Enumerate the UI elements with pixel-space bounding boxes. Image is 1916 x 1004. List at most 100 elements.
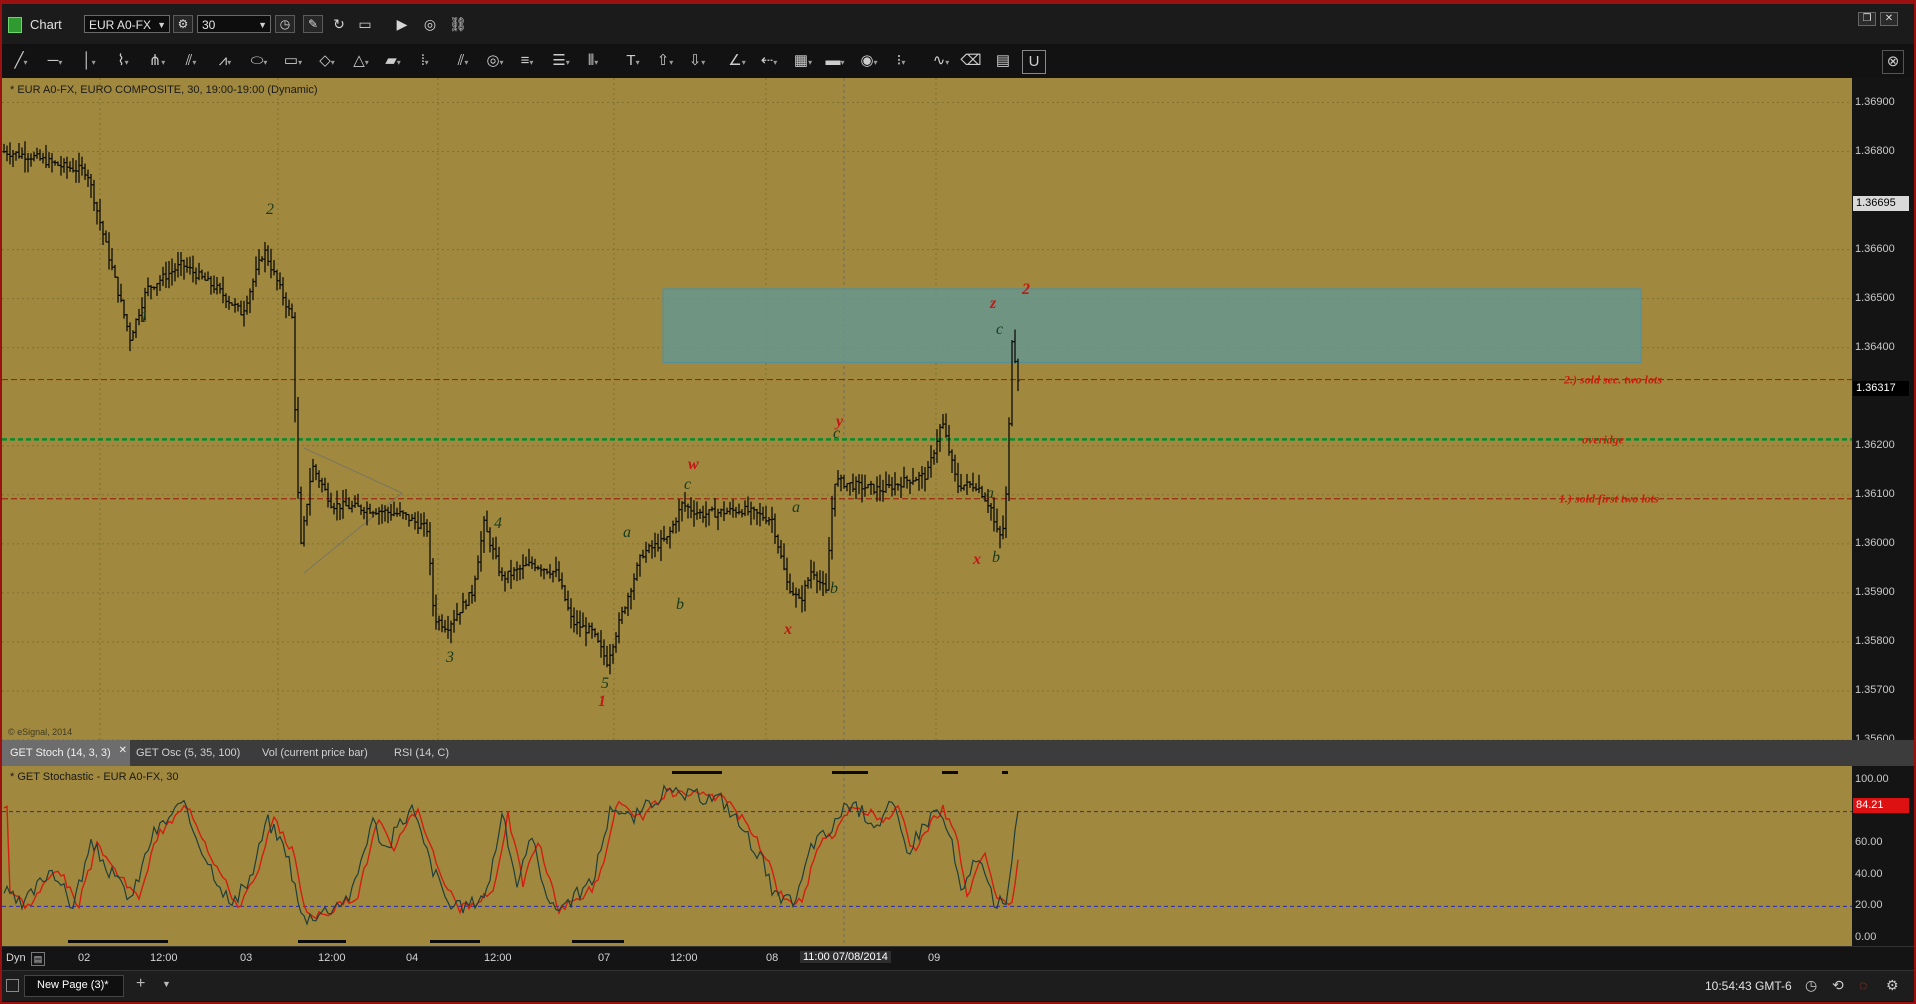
time-tick-label: 07: [598, 952, 611, 964]
arrow-down-tool-icon[interactable]: ⇩▾: [684, 50, 710, 72]
toolbar-settings-icon[interactable]: ⊗: [1882, 50, 1904, 74]
mob-tool-icon[interactable]: ▬▾: [822, 50, 848, 72]
tab-rsi[interactable]: RSI (14, C): [386, 740, 457, 766]
chevron-down-icon[interactable]: ▼: [162, 979, 171, 989]
price-tick-label: 1.36100: [1855, 487, 1895, 500]
pencil-icon[interactable]: ✎: [303, 15, 323, 33]
time-axis-settings-icon[interactable]: ▤: [31, 952, 45, 966]
overbought-bar: [672, 771, 722, 774]
fibonacci-tool-icon[interactable]: ≡▾: [514, 50, 540, 72]
time-tick-label: 12:00: [150, 952, 178, 964]
grid-tool-icon[interactable]: ▦▾: [790, 50, 816, 72]
time-zones-tool-icon[interactable]: ⦀▾: [580, 50, 606, 72]
channel-tool-icon[interactable]: ▰▾: [380, 50, 406, 72]
elliott-wave-tool-icon[interactable]: ⌇▾: [110, 50, 136, 72]
circles-tool-icon[interactable]: ◎▾: [482, 50, 508, 72]
price-axis[interactable]: 1.36900 1.36800 1.36600 1.36500 1.36400 1.362…: [1852, 78, 1914, 745]
wave-label: 4: [494, 515, 502, 532]
sold-first-label: 1.) sold first two lots: [1559, 492, 1659, 506]
link-icon[interactable]: ⛓: [448, 15, 468, 33]
chevron-down-icon[interactable]: ▼: [157, 16, 166, 34]
retracement-tool-icon[interactable]: ☰▾: [548, 50, 574, 72]
gann-tool-icon[interactable]: ⫽▾: [178, 50, 204, 72]
fan-tool-icon[interactable]: ⩘▾: [212, 50, 238, 72]
eraser-icon[interactable]: ⌫: [958, 50, 984, 72]
pti-tool-icon[interactable]: ⁝▾: [888, 50, 914, 72]
wave-label: 2: [1021, 281, 1030, 298]
close-icon[interactable]: ✕: [119, 738, 127, 764]
interval-combo[interactable]: 30 ▼: [197, 15, 271, 33]
magnet-icon[interactable]: U: [1022, 50, 1046, 74]
interval-settings-icon[interactable]: ⚙: [173, 15, 193, 33]
ellipse-tool-icon[interactable]: ⬭▾: [246, 50, 272, 72]
text-tool-icon[interactable]: T▾: [620, 50, 646, 72]
bars-tool-icon[interactable]: ⦙▾: [412, 50, 438, 72]
wave-label: b: [992, 549, 1000, 566]
time-tick-label: 09: [928, 952, 941, 964]
tab-get-osc[interactable]: GET Osc (5, 35, 100): [128, 740, 248, 766]
price-chart-pane[interactable]: 2.) sold sec. two lots overidge 1.) sold f…: [2, 78, 1852, 740]
dyn-mode-label[interactable]: Dyn: [6, 952, 26, 964]
horizontal-line-tool-icon[interactable]: ─▾: [42, 50, 68, 72]
stochastic-axis[interactable]: 100.00 60.00 40.00 20.00 0.00 84.21: [1852, 766, 1914, 946]
trendline-tool-icon[interactable]: ╱▾: [8, 50, 34, 72]
ohlc-bars: [2, 141, 1020, 675]
sync-icon[interactable]: ⟲: [1832, 977, 1844, 994]
high-price-marker: 1.36695: [1853, 196, 1909, 212]
angle-tool-icon[interactable]: ∠▾: [724, 50, 750, 72]
arrow-left-tool-icon[interactable]: ⇠▾: [756, 50, 782, 72]
interval-value: 30: [202, 18, 216, 32]
stochastic-pane[interactable]: * GET Stochastic - EUR A0-FX, 30: [2, 766, 1852, 946]
parallel-lines-tool-icon[interactable]: ⫽▾: [450, 50, 476, 72]
wave-tool-icon[interactable]: ∿▾: [928, 50, 954, 72]
stochastic-svg[interactable]: [2, 766, 1852, 946]
vertical-line-tool-icon[interactable]: │▾: [76, 50, 102, 72]
chevron-down-icon[interactable]: ▼: [258, 16, 267, 34]
stochastic-value-marker: 84.21: [1853, 797, 1909, 813]
wave-label: c: [996, 321, 1003, 338]
refresh-icon[interactable]: ↻: [329, 15, 349, 33]
wave-label: y: [834, 413, 844, 430]
arrow-up-tool-icon[interactable]: ⇧▾: [652, 50, 678, 72]
stochastic-tick-label: 100.00: [1855, 773, 1889, 785]
page-tab-label: New Page (3)*: [37, 979, 109, 991]
wave-label: x: [972, 551, 981, 568]
alert-icon[interactable]: ◎: [420, 15, 440, 33]
comment-icon[interactable]: ▤: [990, 50, 1016, 72]
timer-icon[interactable]: ◷: [1805, 977, 1817, 994]
price-tick-label: 1.36000: [1855, 536, 1895, 549]
stochastic-tick-label: 40.00: [1855, 867, 1883, 880]
settings-gear-icon[interactable]: ⚙: [1886, 977, 1899, 994]
stochastic-d-line: [3, 787, 1019, 920]
oversold-bar: [298, 940, 346, 943]
time-axis[interactable]: Dyn ▤ 02 12:00 03 12:00 04 12:00 07 12:00 08 09 1…: [2, 946, 1914, 971]
symbol-value: EUR A0-FX: [89, 18, 152, 32]
target-zone-rect: [662, 288, 1642, 363]
clock-icon[interactable]: ◷: [275, 15, 295, 33]
chat-icon[interactable]: ▭: [355, 15, 375, 33]
wave-label: 1: [140, 309, 148, 326]
triangle-tool-icon[interactable]: △▾: [348, 50, 374, 72]
wave-label: 1: [598, 693, 606, 710]
pitchfork-tool-icon[interactable]: ⋔▾: [144, 50, 170, 72]
copyright-text: © eSignal, 2014: [8, 727, 73, 737]
play-icon[interactable]: ▶: [392, 15, 412, 33]
price-chart-svg[interactable]: 2.) sold sec. two lots overidge 1.) sold f…: [2, 78, 1852, 740]
tab-get-stoch[interactable]: GET Stoch (14, 3, 3) ✕: [2, 740, 130, 766]
wave-label: b: [676, 596, 684, 613]
time-tick-label: 12:00: [484, 952, 512, 964]
eraser-shape-tool-icon[interactable]: ◇▾: [314, 50, 340, 72]
page-tab[interactable]: New Page (3)*: [24, 975, 124, 997]
cycle-tool-icon[interactable]: ◉▾: [856, 50, 882, 72]
restore-icon[interactable]: ❐: [1858, 12, 1876, 26]
time-tick-label: 12:00: [670, 952, 698, 964]
tab-volume[interactable]: Vol (current price bar): [254, 740, 376, 766]
add-page-button[interactable]: +: [136, 975, 145, 993]
connection-status-icon[interactable]: ◌: [1859, 977, 1867, 993]
close-icon[interactable]: ✕: [1880, 12, 1898, 26]
symbol-combo[interactable]: EUR A0-FX ▼: [84, 15, 170, 33]
indicator-tabs: GET Stoch (14, 3, 3) ✕ GET Osc (5, 35, 1…: [2, 740, 1914, 766]
stochastic-tick-label: 20.00: [1855, 899, 1883, 912]
page-checkbox[interactable]: [6, 979, 19, 992]
rectangle-tool-icon[interactable]: ▭▾: [280, 50, 306, 72]
